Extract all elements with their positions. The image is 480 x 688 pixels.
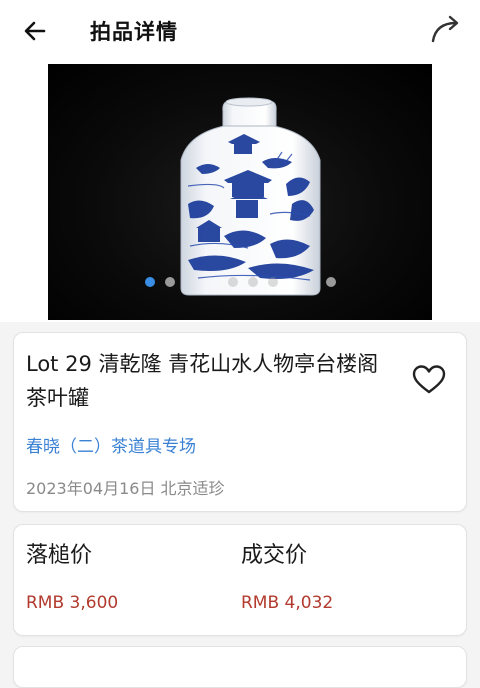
price-card: 落槌价 RMB 3,600 成交价 RMB 4,032 (13, 524, 467, 636)
hammer-price-value: RMB 3,600 (26, 593, 119, 613)
hammer-price-block: 落槌价 RMB 3,600 (26, 539, 118, 613)
deal-price-block: 成交价 RMB 4,032 (241, 539, 333, 613)
sale-session-link[interactable]: 春晓（二）茶道具专场 (26, 432, 196, 457)
image-carousel[interactable] (0, 62, 480, 322)
carousel-dot[interactable] (248, 277, 258, 287)
top-app-bar: 拍品详情 (0, 0, 480, 63)
lot-title: Lot 29 清乾隆 青花山水人物亭台楼阁茶叶罐 (26, 352, 379, 410)
next-card-peek (13, 646, 467, 688)
heart-icon[interactable] (412, 364, 446, 396)
carousel-pagination (0, 277, 480, 289)
carousel-dot[interactable] (326, 277, 336, 287)
carousel-dot[interactable] (228, 277, 238, 287)
deal-price-value: RMB 4,032 (241, 593, 334, 613)
hammer-price-label: 落槌价 (26, 543, 93, 568)
sale-date-venue: 2023年04月16日 北京适珍 (26, 479, 225, 498)
share-icon[interactable] (426, 11, 466, 49)
carousel-dot[interactable] (268, 277, 278, 287)
page-title: 拍品详情 (90, 20, 178, 44)
lot-info-card: Lot 29 清乾隆 青花山水人物亭台楼阁茶叶罐 春晓（二）茶道具专场 2023… (13, 332, 467, 512)
back-arrow-icon[interactable] (18, 13, 54, 49)
deal-price-label: 成交价 (241, 543, 308, 568)
carousel-dot[interactable] (145, 277, 155, 287)
carousel-dot[interactable] (165, 277, 175, 287)
